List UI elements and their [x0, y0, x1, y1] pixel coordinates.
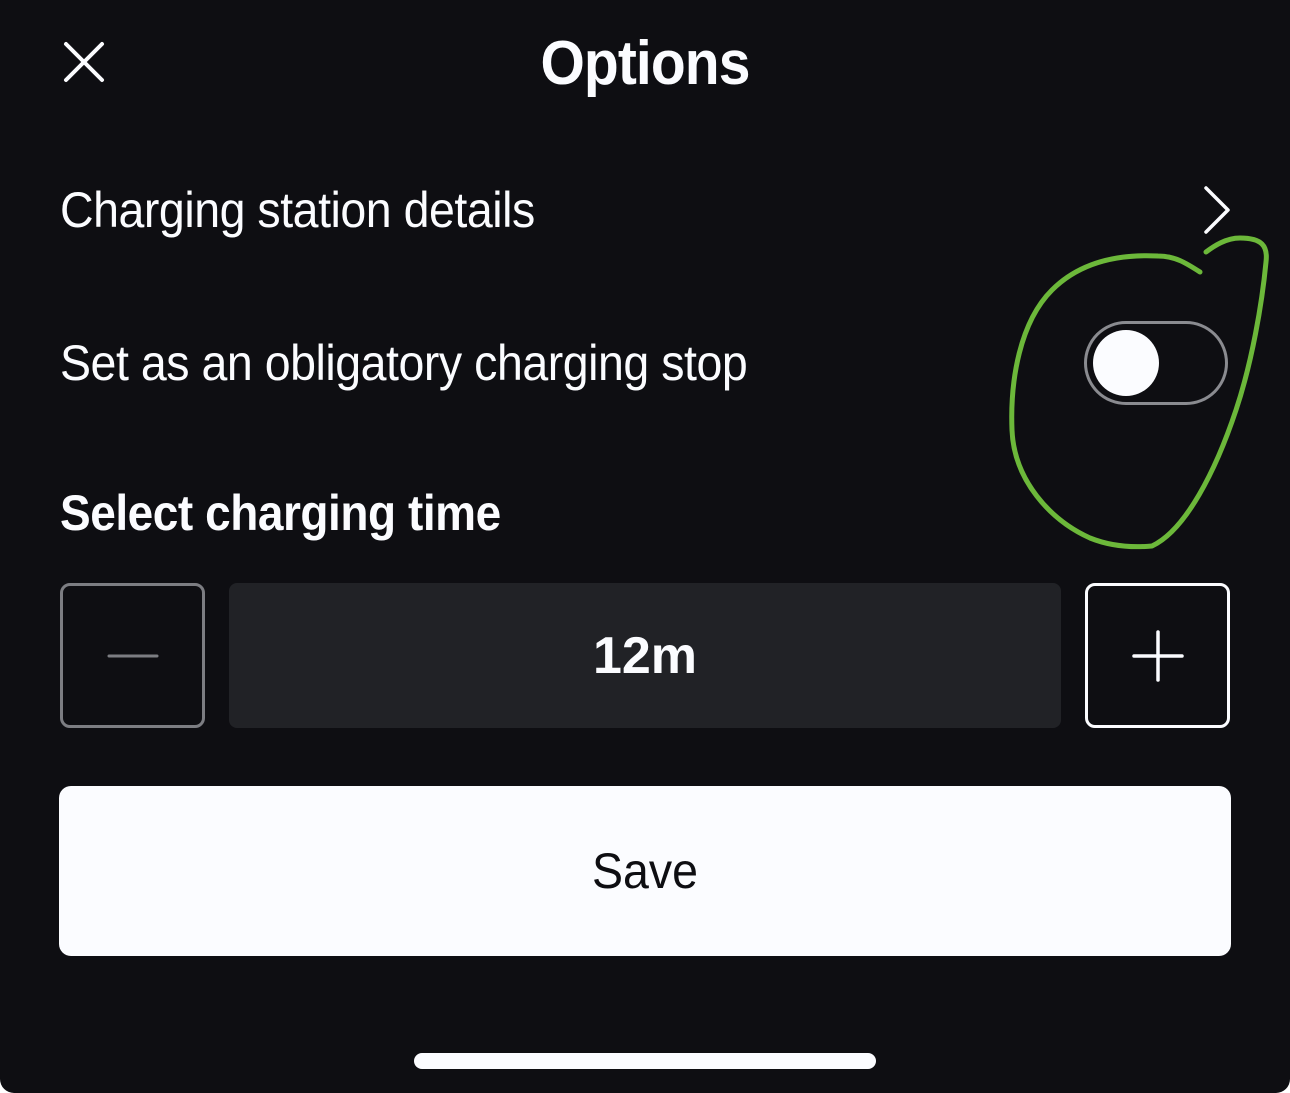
- chevron-right-icon: [1196, 182, 1236, 238]
- obligatory-stop-toggle[interactable]: [1084, 321, 1228, 405]
- charging-station-details-row[interactable]: Charging station details: [60, 172, 1230, 248]
- charging-time-stepper: 12m: [60, 583, 1230, 728]
- charging-time-value: 12m: [229, 583, 1061, 728]
- increment-button[interactable]: [1085, 583, 1230, 728]
- obligatory-stop-label: Set as an obligatory charging stop: [60, 335, 748, 391]
- plus-icon: [1131, 629, 1184, 682]
- charging-station-details-label: Charging station details: [60, 182, 535, 238]
- page-title: Options: [540, 29, 750, 98]
- save-button-label: Save: [592, 843, 698, 899]
- charging-time-heading: Select charging time: [60, 485, 501, 541]
- obligatory-stop-row: Set as an obligatory charging stop: [60, 318, 1230, 408]
- toggle-knob: [1093, 330, 1159, 396]
- minus-icon: [107, 654, 158, 657]
- options-sheet: Options Charging station details Set as …: [0, 0, 1290, 1093]
- save-button[interactable]: Save: [59, 786, 1231, 956]
- home-indicator: [414, 1053, 876, 1069]
- decrement-button[interactable]: [60, 583, 205, 728]
